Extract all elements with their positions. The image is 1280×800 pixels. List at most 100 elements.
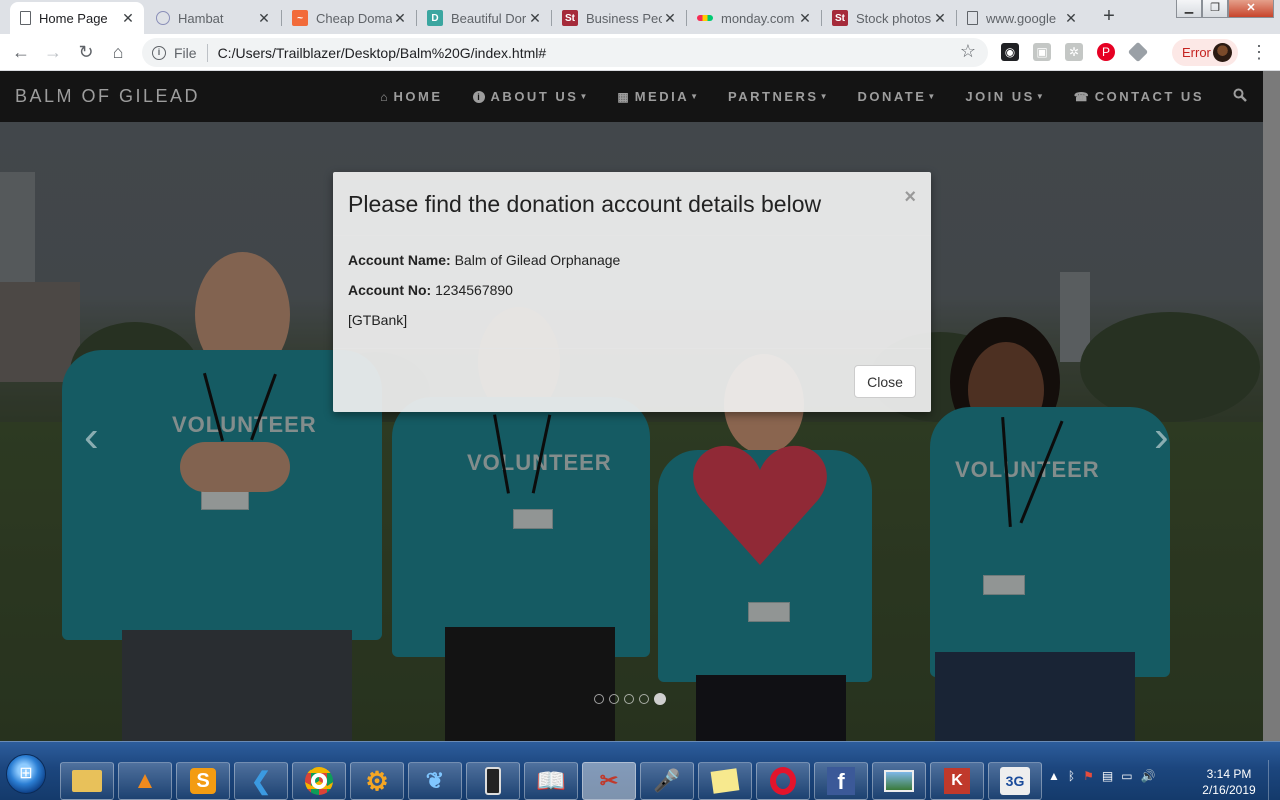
carousel-dot-4[interactable] xyxy=(639,694,649,704)
restore-icon[interactable]: ❐ xyxy=(1202,0,1228,18)
profile-error-button[interactable]: Error xyxy=(1172,39,1238,66)
tab-title: Hambat xyxy=(178,10,224,26)
show-desktop-button[interactable] xyxy=(1268,760,1280,800)
sublime-text-icon[interactable]: S xyxy=(176,762,230,800)
chart-logo-icon: ~ xyxy=(292,10,308,26)
reload-icon[interactable]: ↻ xyxy=(73,40,99,64)
modal-header: Please find the donation account details… xyxy=(333,172,931,236)
carousel-prev-chevron-icon[interactable]: ‹ xyxy=(84,412,99,462)
tab-hambat[interactable]: Hambat ✕ xyxy=(146,2,280,34)
carousel-dot-5-active[interactable] xyxy=(654,693,666,705)
home-icon[interactable]: ⌂ xyxy=(105,40,131,64)
nav-label: ABOUT US xyxy=(490,89,579,104)
close-icon[interactable]: ✕ xyxy=(662,10,678,27)
scheme-label: File xyxy=(174,44,197,61)
kaspersky-icon[interactable]: K xyxy=(930,762,984,800)
page-scrollbar[interactable] xyxy=(1263,71,1280,741)
nav-about-us[interactable]: i ABOUT US ▼ xyxy=(458,89,603,104)
tab-beautiful-domains[interactable]: D Beautiful Dor ✕ xyxy=(417,2,551,34)
home-icon: ⌂ xyxy=(380,89,388,104)
start-button-icon[interactable]: ⊞ xyxy=(6,754,46,794)
tab-title: Stock photos xyxy=(856,10,932,26)
tab-monday[interactable]: monday.com ✕ xyxy=(687,2,821,34)
close-icon[interactable]: ✕ xyxy=(932,10,948,27)
volume-icon[interactable]: 🔊 xyxy=(1141,769,1156,783)
tray-expand-icon[interactable]: ▲ xyxy=(1048,769,1060,783)
settings-gear-icon[interactable]: ⚙ xyxy=(350,762,404,800)
close-icon[interactable]: ✕ xyxy=(797,10,813,27)
phone-app-icon[interactable] xyxy=(466,762,520,800)
close-icon[interactable]: ✕ xyxy=(120,10,136,27)
close-icon[interactable]: ✕ xyxy=(392,10,408,27)
info-icon: i xyxy=(472,90,485,103)
extension-puzzle-icon[interactable]: ✲ xyxy=(1065,43,1083,61)
vscode-icon[interactable]: ❮ xyxy=(234,762,288,800)
account-no-label: Account No: xyxy=(348,282,432,298)
close-button[interactable]: Close xyxy=(854,365,916,398)
tab-business-people[interactable]: St Business Peo ✕ xyxy=(552,2,686,34)
site-brand[interactable]: BALM OF GILEAD xyxy=(15,86,200,107)
back-arrow-icon[interactable]: ← xyxy=(8,40,34,64)
extension-diamond-icon[interactable] xyxy=(1127,41,1149,63)
forward-arrow-icon[interactable]: → xyxy=(40,40,66,64)
close-icon[interactable]: ✕ xyxy=(256,10,272,27)
carousel-next-chevron-icon[interactable]: › xyxy=(1154,412,1169,462)
close-icon[interactable]: × xyxy=(904,186,916,209)
photo-viewer-icon[interactable] xyxy=(872,762,926,800)
window-close-icon[interactable]: ✕ xyxy=(1228,0,1274,18)
info-icon[interactable]: i xyxy=(152,45,166,60)
nav-menu: ⌂ HOME i ABOUT US ▼ ▦ MEDIA ▼ PARTNERS ▼… xyxy=(365,71,1255,122)
nav-contact-us[interactable]: ☎ CONTACT US xyxy=(1059,89,1219,104)
caret-down-icon: ▼ xyxy=(1035,92,1044,101)
close-icon[interactable]: ✕ xyxy=(527,10,543,27)
clock-time: 3:14 PM xyxy=(1206,767,1252,781)
browser-toolbar: ← → ↻ ⌂ i File C:/Users/Trailblazer/Desk… xyxy=(0,34,1280,71)
nav-label: DONATE xyxy=(857,89,927,104)
menu-kebab-icon[interactable]: ⋮ xyxy=(1250,42,1268,63)
url-text[interactable]: C:/Users/Trailblazer/Desktop/Balm%20G/in… xyxy=(218,45,547,61)
tab-title: monday.com xyxy=(721,10,795,26)
3g-modem-icon[interactable]: 3G xyxy=(988,762,1042,800)
account-no-value: 1234567890 xyxy=(435,282,513,298)
nav-media[interactable]: ▦ MEDIA ▼ xyxy=(602,89,713,104)
minimize-icon[interactable]: ▁ xyxy=(1176,0,1202,18)
account-name-label: Account Name: xyxy=(348,252,451,268)
nav-donate[interactable]: DONATE ▼ xyxy=(842,89,950,104)
system-clock[interactable]: 3:14 PM 2/16/2019 xyxy=(1196,766,1262,798)
action-center-flag-icon[interactable]: ⚑ xyxy=(1083,769,1094,783)
vlc-icon[interactable]: ▲ xyxy=(118,762,172,800)
phone-icon: ☎ xyxy=(1073,89,1089,104)
sticky-notes-icon[interactable] xyxy=(698,762,752,800)
facebook-icon[interactable]: f xyxy=(814,762,868,800)
nav-partners[interactable]: PARTNERS ▼ xyxy=(713,89,842,104)
file-explorer-icon[interactable] xyxy=(60,762,114,800)
tab-home-page[interactable]: Home Page ✕ xyxy=(10,2,144,34)
modal-footer: Close xyxy=(333,348,931,412)
chrome-icon[interactable] xyxy=(292,762,346,800)
nav-home[interactable]: ⌂ HOME xyxy=(365,89,457,104)
nav-join-us[interactable]: JOIN US ▼ xyxy=(950,89,1058,104)
opera-icon[interactable] xyxy=(756,762,810,800)
tab-cheap-domains[interactable]: ~ Cheap Doma ✕ xyxy=(282,2,416,34)
carousel-dot-2[interactable] xyxy=(609,694,619,704)
tab-google[interactable]: www.google ✕ xyxy=(957,2,1087,34)
book-icon[interactable]: 📖 xyxy=(524,762,578,800)
edge-bird-icon[interactable]: ❦ xyxy=(408,762,462,800)
bookmark-star-icon[interactable]: ☆ xyxy=(960,41,976,62)
modal-title: Please find the donation account details… xyxy=(348,191,822,217)
close-icon[interactable]: ✕ xyxy=(1063,10,1079,27)
microphone-icon[interactable]: 🎤 xyxy=(640,762,694,800)
pinterest-icon[interactable]: P xyxy=(1097,43,1115,61)
carousel-dot-3[interactable] xyxy=(624,694,634,704)
search-icon[interactable] xyxy=(1219,88,1255,106)
network-icon[interactable]: ▭ xyxy=(1121,769,1132,783)
snipping-tool-icon[interactable]: ✂ xyxy=(582,762,636,800)
bluetooth-icon[interactable]: ᛒ xyxy=(1068,769,1075,783)
carousel-dot-1[interactable] xyxy=(594,694,604,704)
address-bar[interactable]: i File C:/Users/Trailblazer/Desktop/Balm… xyxy=(142,38,988,67)
extension-mask-icon[interactable]: ◉ xyxy=(1001,43,1019,61)
extension-bag-icon[interactable]: ▣ xyxy=(1033,43,1051,61)
device-icon[interactable]: ▤ xyxy=(1102,769,1113,783)
tab-stock-photos[interactable]: St Stock photos ✕ xyxy=(822,2,956,34)
new-tab-button[interactable]: + xyxy=(1096,5,1122,29)
